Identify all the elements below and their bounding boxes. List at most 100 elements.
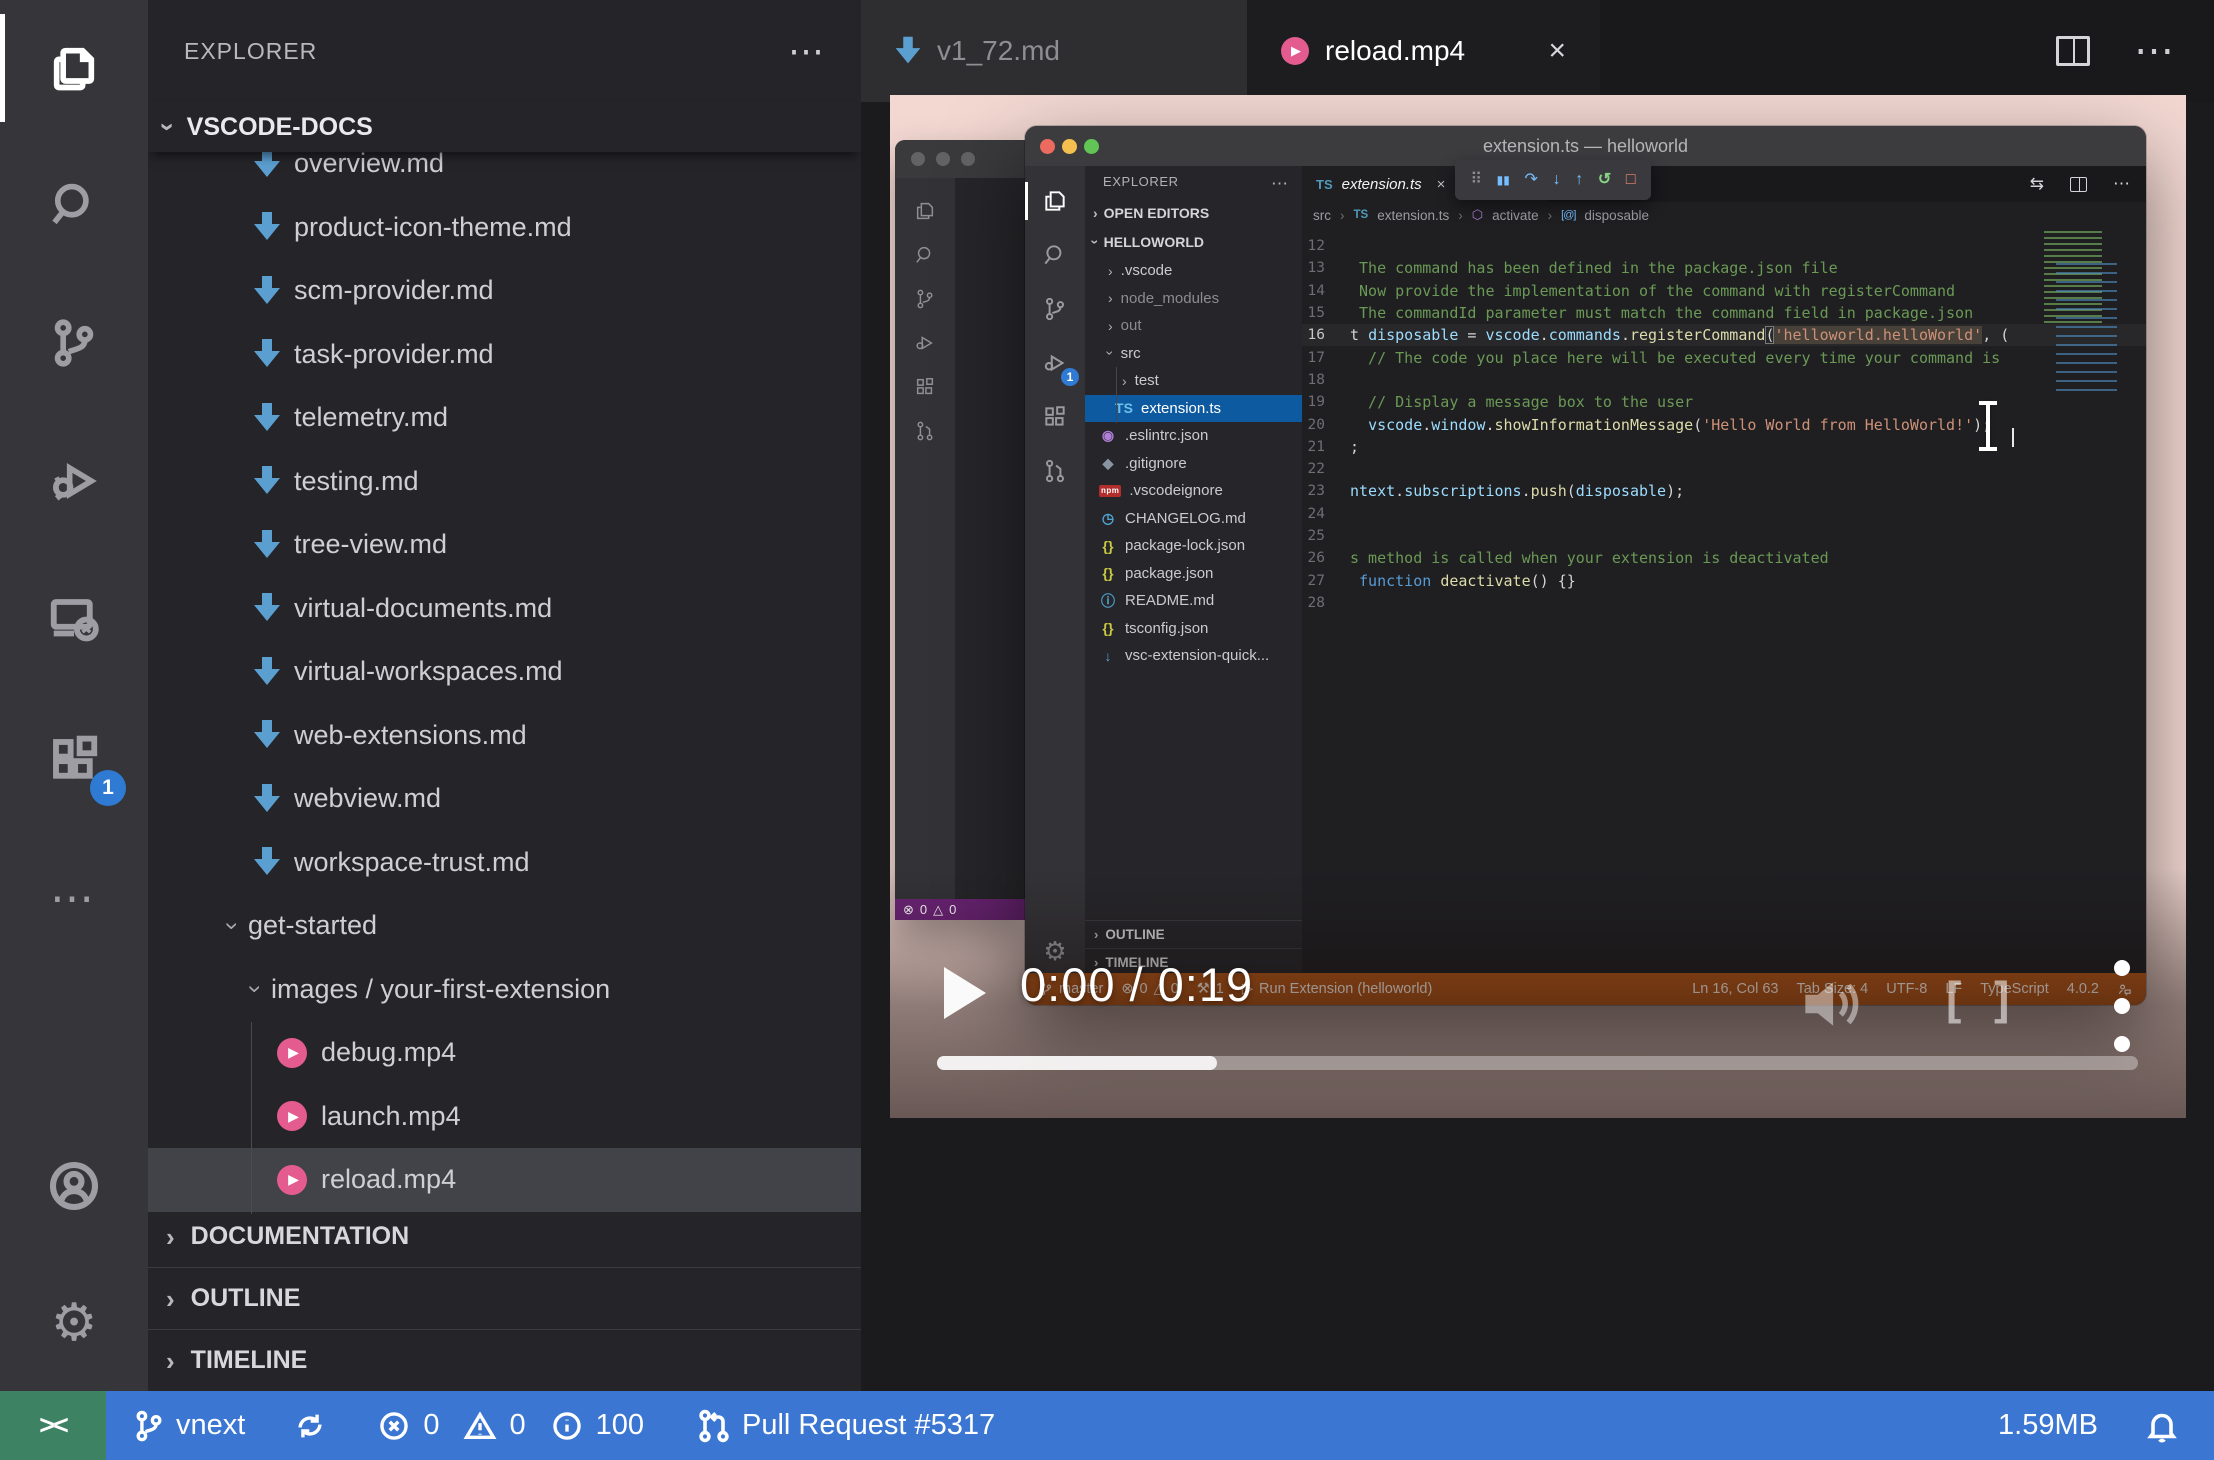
sync-icon[interactable] [293, 1409, 327, 1443]
drag-grip-icon[interactable]: ⠿ [1470, 172, 1482, 188]
editor-more-icon[interactable]: ⋯ [2134, 28, 2174, 74]
source-control-icon[interactable] [0, 283, 148, 403]
file-tree-row[interactable]: {} tsconfig.json [1085, 615, 1302, 643]
branch-status[interactable]: vnext [132, 1409, 245, 1443]
breadcrumb-item[interactable]: extension.ts [1377, 208, 1449, 223]
files-icon[interactable] [1025, 174, 1085, 228]
file-tree-row[interactable]: testing.md [148, 450, 861, 514]
explorer-more-icon[interactable]: ⋯ [788, 30, 825, 72]
file-tree-row[interactable]: tree-view.md [148, 513, 861, 577]
close-traffic-light-icon[interactable] [1040, 139, 1055, 154]
file-tree-row[interactable]: launch.mp4 [148, 1085, 861, 1149]
file-tree-row[interactable]: task-provider.md [148, 323, 861, 387]
explorer-more-icon[interactable]: ⋯ [1271, 174, 1288, 194]
stop-icon[interactable]: □ [1626, 172, 1636, 188]
file-tree-row[interactable]: product-icon-theme.md [148, 196, 861, 260]
breadcrumb-item[interactable]: disposable [1584, 208, 1649, 223]
project-root-row[interactable]: › HELLOWORLD [1085, 229, 1302, 255]
extensions-icon[interactable] [1025, 390, 1085, 444]
search-icon[interactable] [1025, 228, 1085, 282]
breadcrumb-item[interactable]: src [1313, 208, 1331, 223]
pause-icon[interactable]: ▮▮ [1497, 174, 1510, 186]
size-status[interactable]: 1.59MB [1998, 1409, 2098, 1442]
file-tree-row[interactable]: › .vscode [1085, 257, 1302, 285]
breadcrumb-item[interactable]: activate [1492, 208, 1539, 223]
file-tree-row[interactable]: debug.mp4 [148, 1021, 861, 1085]
restart-icon[interactable]: ↺ [1598, 172, 1611, 188]
file-tree-row[interactable]: › images / your-first-extension [148, 958, 861, 1022]
settings-gear-icon[interactable]: ⚙ [0, 1263, 148, 1383]
source-control-icon[interactable] [1025, 282, 1085, 336]
code-text: // Display a message box to the user [1350, 393, 1694, 412]
file-tree-row[interactable]: ⓘ README.md [1085, 587, 1302, 615]
account-icon[interactable] [0, 1126, 148, 1246]
indent-guide [251, 1022, 252, 1214]
file-tree-row[interactable]: webview.md [148, 767, 861, 831]
workspace-root-row[interactable]: › VSCODE-DOCS [148, 102, 861, 152]
file-tree-row[interactable]: ↓ vsc-extension-quick... [1085, 642, 1302, 670]
file-tree-row[interactable]: virtual-workspaces.md [148, 640, 861, 704]
file-tree-row[interactable]: TS extension.ts [1085, 394, 1302, 422]
sidebar-section-header[interactable]: › TIMELINE [148, 1329, 861, 1391]
file-tree-row[interactable]: telemetry.md [148, 386, 861, 450]
run-debug-icon[interactable] [0, 421, 148, 541]
file-tree-row[interactable]: › src [1085, 340, 1302, 368]
file-tree-row[interactable]: ◉ .eslintrc.json [1085, 422, 1302, 450]
sidebar-section-header[interactable]: › OUTLINE [148, 1267, 861, 1329]
remote-icon[interactable] [1025, 444, 1085, 498]
file-tree-row[interactable]: › node_modules [1085, 285, 1302, 313]
run-debug-icon[interactable]: 1 [1025, 336, 1085, 390]
explorer-icon[interactable] [0, 8, 148, 128]
video-more-icon[interactable] [2114, 960, 2130, 1052]
file-tree-row[interactable]: workspace-trust.md [148, 831, 861, 895]
step-over-icon[interactable]: ↷ [1525, 172, 1538, 188]
problems-status[interactable]: 0 0 100 [377, 1409, 644, 1443]
code-editor[interactable]: 12 13 The command has been defined in th… [1302, 228, 2146, 941]
step-out-icon[interactable]: ↑ [1575, 172, 1583, 188]
play-button[interactable] [944, 967, 986, 1019]
file-tree-row[interactable]: npm .vscodeignore [1085, 477, 1302, 505]
file-type-icon: ↓ [1104, 647, 1112, 664]
fullscreen-icon[interactable]: [ ] [1946, 971, 2019, 1025]
file-tree-row[interactable]: › out [1085, 312, 1302, 340]
open-editors-row[interactable]: › OPEN EDITORS [1085, 200, 1302, 226]
file-tree-row[interactable]: scm-provider.md [148, 259, 861, 323]
symbol-variable-icon: [@] [1561, 209, 1576, 221]
file-tree-row[interactable]: {} package.json [1085, 560, 1302, 588]
split-editor-icon[interactable] [2070, 176, 2087, 192]
file-tree-row[interactable]: reload.mp4 [148, 1148, 861, 1212]
minimap[interactable] [2040, 231, 2128, 501]
editor-more-icon[interactable]: ⋯ [2113, 174, 2130, 194]
volume-icon[interactable] [1790, 967, 1870, 1046]
more-actions-icon[interactable]: ⋯ [0, 838, 148, 958]
pull-request-status[interactable]: Pull Request #5317 [696, 1408, 995, 1444]
zoom-traffic-light-icon[interactable] [1084, 139, 1099, 154]
tab-reload-mp4[interactable]: reload.mp4 × [1247, 0, 1600, 102]
info-icon [550, 1409, 584, 1443]
file-tree-row[interactable]: › test [1085, 367, 1302, 395]
tab-v1-72-md[interactable]: v1_72.md [861, 0, 1247, 102]
minimize-traffic-light-icon[interactable] [1062, 139, 1077, 154]
split-editor-icon[interactable] [2056, 36, 2090, 66]
notifications-bell-icon[interactable] [2144, 1408, 2180, 1444]
remote-indicator[interactable]: >< [0, 1391, 106, 1460]
file-tree-row[interactable]: › get-started [148, 894, 861, 958]
file-tree-row[interactable]: virtual-documents.md [148, 577, 861, 641]
file-label: virtual-documents.md [294, 592, 553, 623]
file-type-icon: ◷ [1101, 509, 1115, 526]
video-progress-bar[interactable] [937, 1056, 2138, 1070]
file-tree-row[interactable]: ◷ CHANGELOG.md [1085, 505, 1302, 533]
file-tree-row[interactable]: web-extensions.md [148, 704, 861, 768]
sidebar-section-header[interactable]: › DOCUMENTATION [148, 1205, 861, 1267]
video-player[interactable]: ⊗0 △0 extension.ts — helloworld [890, 95, 2186, 1118]
step-into-icon[interactable]: ↓ [1553, 172, 1561, 188]
file-label: reload.mp4 [321, 1164, 457, 1195]
tab-close-icon[interactable]: × [1437, 176, 1446, 193]
tab-close-icon[interactable]: × [1548, 34, 1566, 68]
extensions-icon[interactable]: 1 [0, 700, 148, 820]
search-icon[interactable] [0, 145, 148, 265]
compare-icon[interactable]: ⇆ [2030, 174, 2044, 194]
file-tree-row[interactable]: ◆ .gitignore [1085, 450, 1302, 478]
remote-explorer-icon[interactable] [0, 560, 148, 680]
file-tree-row[interactable]: {} package-lock.json [1085, 532, 1302, 560]
